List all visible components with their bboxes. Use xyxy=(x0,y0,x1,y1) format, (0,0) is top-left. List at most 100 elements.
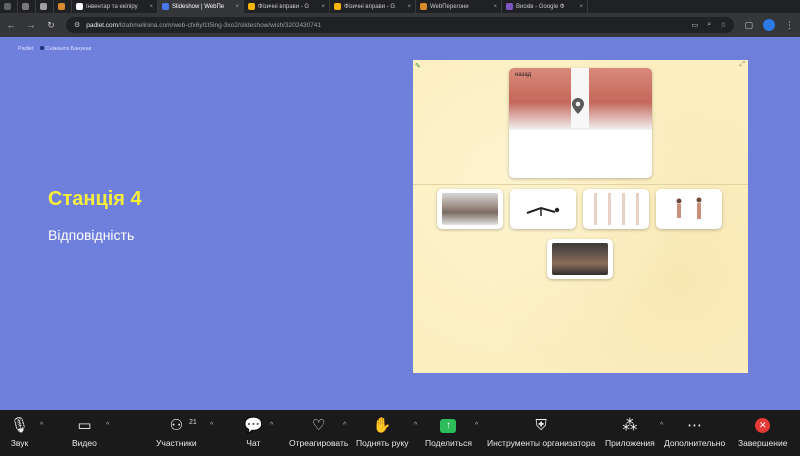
reload-icon[interactable]: ↻ xyxy=(46,20,56,31)
browser-tab[interactable] xyxy=(0,0,18,13)
tab-close-icon[interactable]: × xyxy=(235,4,239,10)
extensions-icon[interactable]: ▢ xyxy=(744,20,753,31)
participants-count: 21 xyxy=(189,419,197,426)
react-options-caret[interactable]: ^ xyxy=(343,422,346,429)
video-button[interactable]: ▭ Видео xyxy=(72,416,97,448)
author-name: Сніжанта Банукак xyxy=(39,46,91,52)
browser-tab[interactable]: Висків - Google Ф × xyxy=(502,0,588,13)
meeting-toolbar: 🎙 Звук ^ ▭ Видео ^ ⚇ Участники 21 ^ 💬 Ча… xyxy=(0,410,800,456)
browser-tab[interactable]: Slideshow | WebПе × xyxy=(158,0,244,13)
browser-tab[interactable]: WebПерегони × xyxy=(416,0,502,13)
people-icon: ⚇ xyxy=(169,417,184,434)
browser-tab[interactable] xyxy=(18,0,36,13)
share-options-caret[interactable]: ^ xyxy=(475,422,478,429)
chat-button[interactable]: 💬 Чат xyxy=(244,416,263,448)
tab-close-icon[interactable]: × xyxy=(407,4,411,10)
camera-icon: ▭ xyxy=(77,417,92,434)
tab-label: WebПерегони xyxy=(430,3,469,10)
game-logo-icon: ✎ xyxy=(415,63,421,70)
hand-icon: ✋ xyxy=(372,417,392,434)
url-host: padlet.com xyxy=(86,21,119,29)
exercise-card-plank[interactable] xyxy=(437,189,503,229)
chat-options-caret[interactable]: ^ xyxy=(270,422,273,429)
board-divider xyxy=(413,184,748,185)
url-path: /lizahmelinina.com/web-cfx6yl1t5ing-3xo2… xyxy=(118,21,322,29)
browser-tab-bar: Інвентар та екіпіру × Slideshow | WebПе × Фі… xyxy=(0,0,800,13)
tab-favicon-icon xyxy=(334,3,341,10)
exercise-card-poses[interactable] xyxy=(583,189,649,229)
tab-favicon-icon xyxy=(58,3,65,10)
video-options-caret[interactable]: ^ xyxy=(106,422,109,429)
raise-hand-options-caret[interactable]: ^ xyxy=(414,422,417,429)
tab-favicon-icon xyxy=(248,3,255,10)
browser-tab[interactable] xyxy=(36,0,54,13)
apps-button[interactable]: ⁂ Приложения xyxy=(605,416,655,448)
share-arrow-icon: ↑ xyxy=(440,419,457,433)
target-image-card[interactable]: назад xyxy=(509,68,652,178)
slide-subtitle: Відповідність xyxy=(48,227,135,243)
browser-tab[interactable] xyxy=(54,0,72,13)
tab-favicon-icon xyxy=(162,3,169,10)
heart-icon: ♡ xyxy=(311,417,326,434)
browser-tab[interactable]: Інвентар та екіпіру × xyxy=(72,0,158,13)
tab-favicon-icon xyxy=(76,3,83,10)
tab-close-icon[interactable]: × xyxy=(493,4,497,10)
exercise-image xyxy=(515,193,571,225)
more-button[interactable]: ⋯ Дополнительно xyxy=(664,416,725,448)
shield-icon: ⛨ xyxy=(535,417,547,434)
address-bar[interactable]: ⚙ padlet.com/lizahmelinina.com/web-cfx6y… xyxy=(66,17,735,33)
map-pin-icon xyxy=(572,98,584,114)
participants-options-caret[interactable]: ^ xyxy=(210,422,213,429)
microphone-icon: 🎙 xyxy=(10,417,30,434)
zoom-icon[interactable]: ⌕ xyxy=(707,21,711,29)
slideshow-page: Padlet Сніжанта Банукак Станція 4 Відпов… xyxy=(0,37,800,410)
audio-options-caret[interactable]: ^ xyxy=(40,422,43,429)
cast-icon[interactable]: ▭ xyxy=(692,21,699,29)
padlet-header: Padlet Сніжанта Банукак xyxy=(18,46,91,52)
forward-icon[interactable]: → xyxy=(26,20,36,30)
exercise-image xyxy=(588,193,644,225)
react-button[interactable]: ♡ Отреагировать xyxy=(289,416,348,448)
tab-favicon-icon xyxy=(40,3,47,10)
exercise-card-stretch[interactable] xyxy=(656,189,722,229)
tab-close-icon[interactable]: × xyxy=(149,4,153,10)
exercise-card-pushup[interactable] xyxy=(510,189,576,229)
slide-title: Станція 4 xyxy=(48,188,142,210)
back-label[interactable]: назад xyxy=(515,72,531,78)
apps-icon: ⁂ xyxy=(622,417,638,434)
chat-bubble-icon: 💬 xyxy=(244,417,263,434)
tab-close-icon[interactable]: × xyxy=(579,4,583,10)
tab-label: Висків - Google Ф xyxy=(516,3,565,10)
tab-close-icon[interactable]: × xyxy=(321,4,325,10)
exercise-image xyxy=(552,243,608,275)
author-avatar xyxy=(39,46,44,50)
back-icon[interactable]: ← xyxy=(6,20,16,30)
browser-tab[interactable]: Фізичні вправи - G × xyxy=(244,0,330,13)
browser-tab[interactable]: Фізичні вправи - G × xyxy=(330,0,416,13)
tab-label: Фізичні вправи - G xyxy=(344,3,396,10)
tab-label: Фізичні вправи - G xyxy=(258,3,310,10)
apps-options-caret[interactable]: ^ xyxy=(660,422,663,429)
tab-label: Slideshow | WebПе xyxy=(172,3,225,10)
tab-favicon-icon xyxy=(506,3,513,10)
share-button[interactable]: ↑ Поделиться xyxy=(425,416,472,448)
padlet-logo[interactable]: Padlet xyxy=(18,46,34,52)
close-icon: ✕ xyxy=(755,418,771,433)
audio-button[interactable]: 🎙 Звук xyxy=(10,416,29,448)
exercise-image xyxy=(661,193,717,225)
end-meeting-button[interactable]: ✕ Завершение xyxy=(738,416,787,448)
browser-menu-icon[interactable]: ⋮ xyxy=(785,20,794,31)
tab-favicon-icon xyxy=(22,3,29,10)
profile-avatar[interactable] xyxy=(763,19,775,31)
bookmark-star-icon[interactable]: ☆ xyxy=(720,21,726,29)
raise-hand-button[interactable]: ✋ Поднять руку xyxy=(356,416,409,448)
site-settings-icon[interactable]: ⚙ xyxy=(74,21,80,29)
tab-favicon-icon xyxy=(4,3,11,10)
exercise-image xyxy=(442,193,498,225)
more-dots-icon: ⋯ xyxy=(687,417,703,434)
host-tools-button[interactable]: ⛨ Инструменты организатора xyxy=(487,416,595,448)
embedded-board[interactable]: ✎ ⤢ назад xyxy=(413,60,748,373)
expand-icon[interactable]: ⤢ xyxy=(739,61,745,69)
tab-label: Інвентар та екіпіру xyxy=(86,3,138,10)
exercise-card-situp[interactable] xyxy=(547,239,613,279)
